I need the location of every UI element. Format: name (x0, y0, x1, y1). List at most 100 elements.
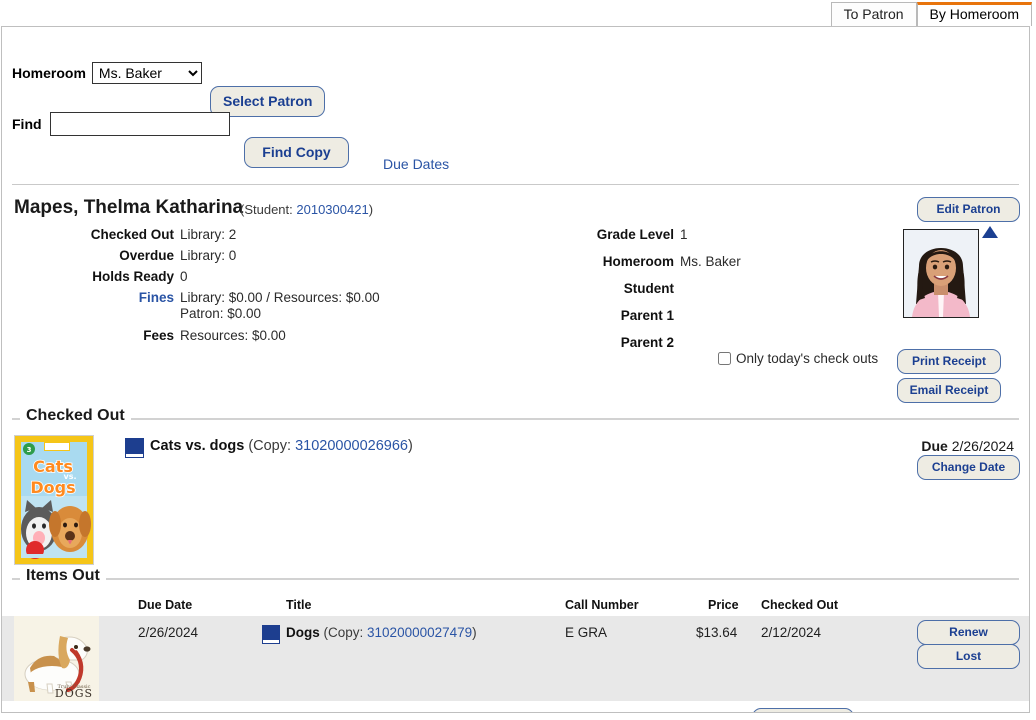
tab-strip: To Patron By Homeroom (0, 0, 1036, 26)
table-row: Truly Classic DOGS 2/26/2024 Dogs (Copy:… (2, 616, 1030, 701)
stat-value: Library: 0 (180, 248, 236, 263)
checked-out-due: Due 2/26/2024 (921, 438, 1014, 454)
items-out-section: Items Out (12, 578, 1019, 594)
column-header-price: Price (708, 598, 739, 612)
info-parent-2: Parent 2 (562, 335, 892, 350)
checked-out-title-text[interactable]: Cats vs. dogs (150, 438, 244, 454)
info-key: Student (562, 281, 680, 296)
copy-suffix: ) (408, 438, 413, 454)
stat-key: Fees (2, 328, 180, 343)
section-rule: Items Out (12, 578, 1019, 594)
stat-key: Checked Out (2, 227, 180, 242)
items-out-header-row: Due Date Title Call Number Price Checked… (2, 598, 1030, 614)
change-date-button[interactable]: Change Date (917, 455, 1020, 480)
due-label: Due (921, 438, 947, 454)
cell-price: $13.64 (696, 625, 737, 640)
only-todays-checkouts-checkbox[interactable] (718, 352, 731, 365)
due-date-value: 2/26/2024 (952, 438, 1014, 454)
due-dates-link[interactable]: Due Dates (383, 156, 449, 172)
find-copy-button[interactable]: Find Copy (244, 137, 349, 168)
info-key: Parent 1 (562, 308, 680, 323)
stat-value: Resources: $0.00 (180, 328, 286, 343)
renew-button[interactable]: Renew (917, 620, 1020, 645)
cell-call-number: E GRA (565, 625, 607, 640)
divider-top (12, 184, 1019, 185)
copy-suffix: ) (472, 625, 477, 640)
renew-all-button[interactable]: Renew All (752, 708, 854, 713)
cell-checked-out: 2/12/2024 (761, 625, 821, 640)
tab-by-homeroom[interactable]: By Homeroom (917, 2, 1032, 26)
info-student: Student (562, 281, 892, 296)
fines-line-1: Library: $0.00 / Resources: $0.00 (180, 290, 380, 306)
stat-key: Overdue (2, 248, 180, 263)
copy-prefix: (Copy: (248, 438, 295, 454)
column-header-due-date: Due Date (138, 598, 192, 612)
stat-overdue: Overdue Library: 0 (2, 248, 562, 263)
homeroom-select[interactable]: Ms. Baker (92, 62, 202, 84)
main-panel: Homeroom Ms. Baker Select Patron Find Fi… (1, 26, 1030, 713)
checked-out-title: Cats vs. dogs (Copy: 31020000026966) (150, 438, 413, 454)
info-key: Homeroom (562, 254, 680, 269)
fines-line-2: Patron: $0.00 (180, 306, 380, 322)
homeroom-row: Homeroom Ms. Baker (12, 62, 202, 84)
avatar (903, 229, 979, 318)
column-header-checked-out: Checked Out (761, 598, 838, 612)
item-title-text[interactable]: Dogs (286, 625, 320, 640)
find-input[interactable] (50, 112, 230, 136)
info-parent-1: Parent 1 (562, 308, 892, 323)
checked-out-cover-image: 3 Cats vs. Dogs (14, 435, 94, 565)
stat-checked-out: Checked Out Library: 2 (2, 227, 562, 242)
fines-link[interactable]: Fines (2, 290, 180, 322)
photo-expand-arrow-icon[interactable] (982, 226, 998, 238)
item-copy: (Copy: 31020000027479) (324, 625, 477, 640)
stat-holds-ready: Holds Ready 0 (2, 269, 562, 284)
column-header-title: Title (286, 598, 311, 612)
find-label: Find (12, 116, 42, 132)
book-icon (126, 439, 143, 457)
stat-fines: Fines Library: $0.00 / Resources: $0.00 … (2, 290, 562, 322)
tab-to-patron[interactable]: To Patron (831, 2, 917, 26)
svg-text:Dogs: Dogs (30, 478, 75, 497)
circulation-page: To Patron By Homeroom Homeroom Ms. Baker… (0, 0, 1036, 720)
info-key: Parent 2 (562, 335, 680, 350)
stat-value: Library: 2 (180, 227, 236, 242)
items-out-section-label: Items Out (20, 567, 106, 585)
stat-value: 0 (180, 269, 188, 284)
patron-info: Grade Level 1 Homeroom Ms. Baker Student… (562, 227, 892, 362)
email-receipt-button[interactable]: Email Receipt (897, 378, 1001, 403)
checked-out-section-label: Checked Out (20, 407, 131, 425)
info-value: Ms. Baker (680, 254, 741, 269)
patron-id-number[interactable]: 2010300421 (296, 202, 368, 217)
info-grade-level: Grade Level 1 (562, 227, 892, 242)
print-receipt-button[interactable]: Print Receipt (897, 349, 1001, 374)
column-header-call-number: Call Number (565, 598, 639, 612)
svg-text:3: 3 (27, 446, 32, 454)
info-homeroom: Homeroom Ms. Baker (562, 254, 892, 269)
homeroom-label: Homeroom (12, 65, 86, 81)
stat-fees: Fees Resources: $0.00 (2, 328, 562, 343)
stat-key: Holds Ready (2, 269, 180, 284)
only-todays-checkouts-label: Only today's check outs (736, 351, 878, 366)
cell-due-date: 2/26/2024 (138, 625, 198, 640)
patron-id-prefix: (Student: (240, 202, 296, 217)
book-icon (263, 626, 279, 643)
patron-photo-wrap (903, 229, 979, 318)
patron-id-suffix: ) (369, 202, 373, 217)
checked-out-copy: (Copy: 31020000026966) (248, 438, 413, 454)
edit-patron-button[interactable]: Edit Patron (917, 197, 1020, 222)
items-out-cover-image: Truly Classic DOGS (14, 616, 99, 701)
item-copy-number[interactable]: 31020000027479 (367, 625, 472, 640)
copy-prefix: (Copy: (324, 625, 368, 640)
find-row: Find (12, 112, 230, 136)
tab-list: To Patron By Homeroom (831, 2, 1032, 26)
checked-out-copy-number[interactable]: 31020000026966 (295, 438, 408, 454)
only-todays-checkouts-row[interactable]: Only today's check outs (718, 351, 878, 366)
checked-out-section: Checked Out (12, 418, 1019, 434)
stat-value: Library: $0.00 / Resources: $0.00 Patron… (180, 290, 380, 322)
patron-name: Mapes, Thelma Katharina (14, 197, 243, 219)
patron-id: (Student: 2010300421) (240, 202, 373, 217)
lost-button[interactable]: Lost (917, 644, 1020, 669)
cell-title: Dogs (Copy: 31020000027479) (286, 625, 477, 640)
info-value: 1 (680, 227, 688, 242)
info-key: Grade Level (562, 227, 680, 242)
